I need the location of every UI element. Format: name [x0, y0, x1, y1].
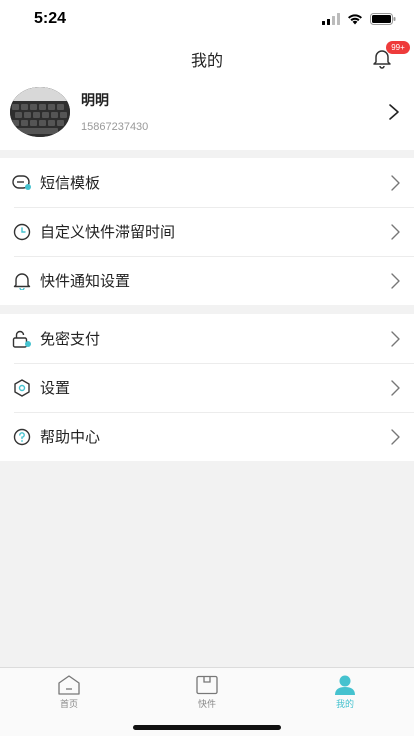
chevron-right-icon — [391, 273, 400, 289]
package-icon — [196, 675, 218, 695]
home-icon — [58, 675, 80, 695]
nav-bar: 我的 — [0, 40, 414, 76]
profile-name: 明明 — [81, 93, 109, 109]
menu-item-label: 免密支付 — [40, 330, 101, 348]
tab-label: 快件 — [197, 700, 216, 710]
unlock-pay-icon — [12, 330, 31, 348]
settings-hexagon-icon — [14, 379, 30, 397]
chevron-right-icon — [391, 175, 400, 191]
status-bar: 5:24 — [0, 0, 414, 40]
menu-item-retention-time[interactable]: 自定义快件滞留时间 — [0, 207, 414, 256]
menu-item-password-free-pay[interactable]: 免密支付 — [0, 314, 414, 363]
page-title: 我的 — [190, 51, 223, 70]
status-icons — [322, 12, 396, 26]
bell-icon — [13, 273, 31, 290]
clock-icon — [13, 223, 31, 241]
tab-packages[interactable]: 快件 — [138, 668, 276, 714]
chevron-right-icon — [389, 104, 399, 120]
help-icon — [13, 428, 31, 446]
tab-mine[interactable]: 我的 — [276, 668, 414, 714]
menu-item-label: 设置 — [40, 379, 71, 397]
menu-item-settings[interactable]: 设置 — [0, 363, 414, 412]
chevron-right-icon — [391, 331, 400, 347]
menu-item-label: 短信模板 — [40, 174, 101, 192]
user-icon — [335, 675, 355, 695]
home-indicator — [133, 725, 281, 730]
menu-item-label: 自定义快件滞留时间 — [40, 223, 176, 241]
menu-item-notification-settings[interactable]: 快件通知设置 — [0, 256, 414, 305]
menu-item-help-center[interactable]: 帮助中心 — [0, 412, 414, 461]
tab-label: 首页 — [59, 700, 78, 710]
tab-label: 我的 — [335, 700, 354, 710]
menu-item-sms-template[interactable]: 短信模板 — [0, 158, 414, 207]
avatar-image — [10, 87, 70, 137]
chevron-right-icon — [391, 429, 400, 445]
notification-badge: 99+ — [386, 41, 410, 54]
wifi-icon — [348, 14, 362, 25]
sms-template-icon — [12, 175, 31, 190]
cellular-signal-icon — [322, 13, 340, 25]
menu-item-label: 快件通知设置 — [40, 272, 131, 290]
profile-phone: 15867237430 — [81, 121, 149, 133]
profile-card[interactable]: 明明 15867237430 — [0, 76, 414, 150]
chevron-right-icon — [391, 380, 400, 396]
battery-icon — [370, 13, 396, 25]
menu-group-1: 短信模板 自定义快件滞留时间 快件通知设置 — [0, 158, 414, 305]
avatar[interactable] — [10, 87, 70, 137]
status-time: 5:24 — [34, 10, 67, 27]
menu-item-label: 帮助中心 — [40, 428, 101, 446]
menu-group-2: 免密支付 设置 帮助中心 — [0, 314, 414, 461]
chevron-right-icon — [391, 224, 400, 240]
tab-home[interactable]: 首页 — [0, 668, 138, 714]
